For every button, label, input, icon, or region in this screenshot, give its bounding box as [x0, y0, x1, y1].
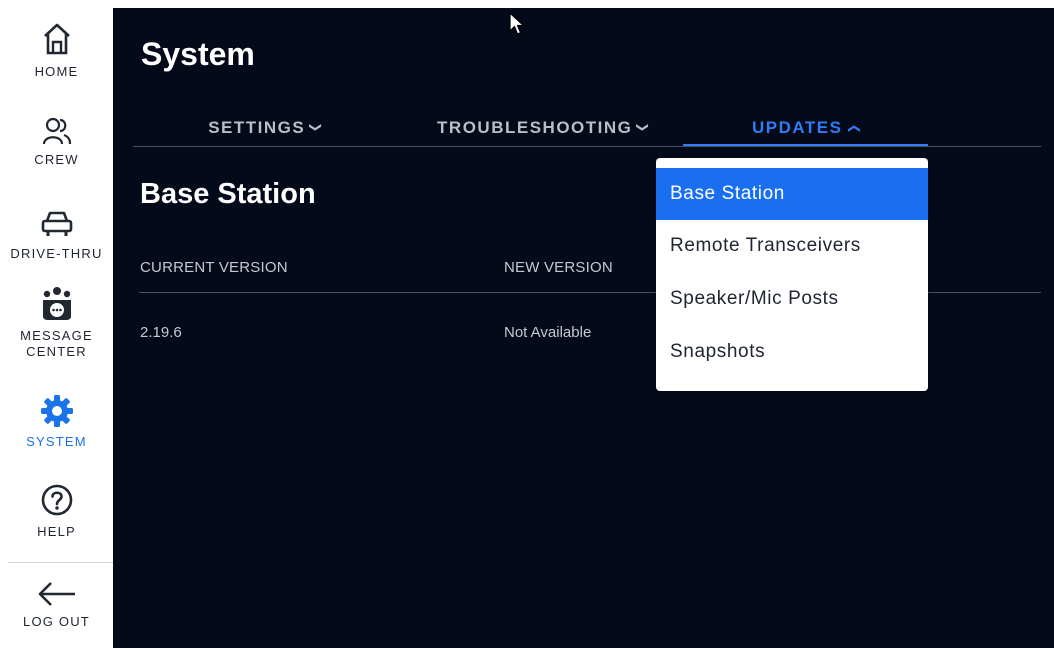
nav-item-drive-thru[interactable]: DRIVE-THRU	[0, 210, 113, 262]
help-icon	[41, 484, 72, 516]
tabs-divider	[133, 146, 1041, 147]
section-title: Base Station	[140, 178, 316, 210]
chevron-up-icon: ❯	[846, 122, 861, 134]
nav-item-home[interactable]: HOME	[0, 22, 113, 80]
menu-item-remote-transceivers[interactable]: Remote Transceivers	[656, 220, 928, 272]
home-icon	[43, 23, 70, 55]
column-header-new-version: NEW VERSION	[504, 259, 613, 276]
car-icon	[41, 211, 72, 236]
crew-icon	[42, 117, 71, 145]
nav-item-crew[interactable]: CREW	[0, 116, 113, 168]
nav-label-system: SYSTEM	[26, 434, 87, 449]
nav-item-system[interactable]: SYSTEM	[0, 394, 113, 450]
nav-item-log-out[interactable]: LOG OUT	[0, 580, 113, 630]
nav-label-drive-thru: DRIVE-THRU	[10, 246, 103, 261]
tab-settings[interactable]: SETTINGS ❯	[185, 112, 345, 144]
arrow-left-icon	[38, 582, 75, 606]
tab-troubleshooting-label: TROUBLESHOOTING	[437, 118, 633, 137]
gear-icon	[40, 395, 73, 427]
nav-label-help: HELP	[37, 524, 76, 539]
nav-label-home: HOME	[34, 64, 79, 79]
mouse-cursor-icon	[509, 12, 525, 35]
nav-label-log-out: LOG OUT	[23, 614, 90, 629]
tab-updates-label: UPDATES	[751, 118, 843, 137]
tab-troubleshooting[interactable]: TROUBLESHOOTING ❯	[418, 112, 668, 144]
menu-item-snapshots[interactable]: Snapshots	[656, 326, 928, 378]
menu-item-base-station[interactable]: Base Station	[656, 168, 928, 220]
menu-item-speaker-mic-posts[interactable]: Speaker/Mic Posts	[656, 273, 928, 325]
sidebar: HOME CREW DRIVE-THRU MESSAGE CENTER SYST…	[0, 0, 113, 648]
column-header-current-version: CURRENT VERSION	[140, 259, 288, 276]
nav-label-crew: CREW	[34, 152, 79, 167]
chevron-down-icon: ❯	[636, 122, 651, 134]
tab-settings-label: SETTINGS	[208, 118, 306, 137]
nav-item-help[interactable]: HELP	[0, 484, 113, 540]
nav-label-message-center: MESSAGE CENTER	[20, 328, 93, 359]
updates-dropdown-menu: Base Station Remote Transceivers Speaker…	[656, 158, 928, 391]
sidebar-divider	[8, 562, 113, 563]
tab-bar: SETTINGS ❯ TROUBLESHOOTING ❯ UPDATES ❯	[133, 112, 1041, 148]
tab-updates[interactable]: UPDATES ❯	[683, 112, 928, 144]
current-version-value: 2.19.6	[140, 324, 182, 341]
page-title: System	[141, 36, 255, 72]
new-version-value: Not Available	[504, 324, 592, 341]
chevron-down-icon: ❯	[309, 122, 323, 134]
nav-item-message-center[interactable]: MESSAGE CENTER	[0, 286, 113, 360]
message-center-icon	[42, 287, 71, 320]
